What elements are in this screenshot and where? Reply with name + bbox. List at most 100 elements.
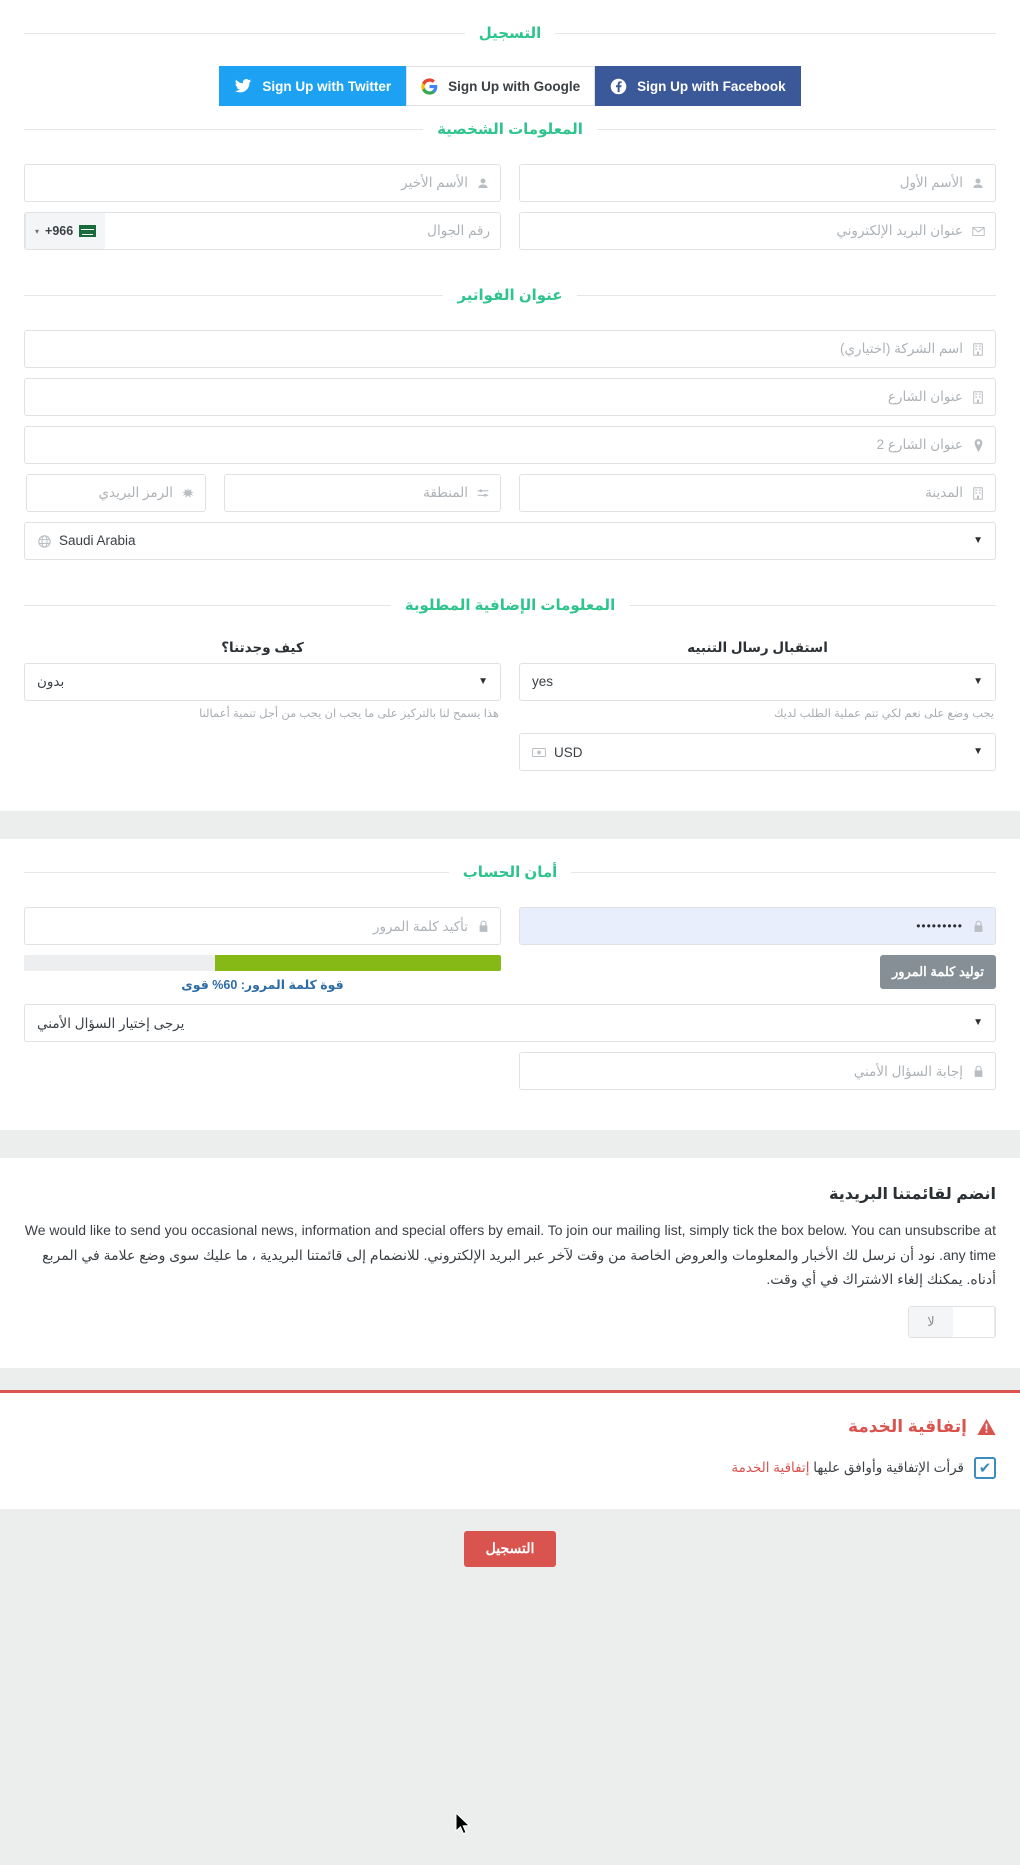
currency-select[interactable]: ▼ USD — [519, 733, 996, 772]
registration-page: التسجيل Sign Up with Facebook Sign Up wi… — [0, 0, 1020, 1835]
legend-rule-right — [24, 128, 424, 130]
city-col: المدينة — [519, 474, 996, 512]
lock-icon — [476, 920, 490, 933]
signup-google-button[interactable]: Sign Up with Google — [406, 66, 596, 106]
account-security-panel: أمان الحساب ••••••••• تأكيد كلمة المرور — [0, 839, 1020, 1131]
section-gap-2 — [0, 1130, 1020, 1159]
company-name-placeholder: اسم الشركة (اختياري) — [839, 341, 963, 357]
postcode-field[interactable]: الرمز البريدي — [26, 474, 206, 512]
password-col: ••••••••• — [519, 907, 996, 946]
legend-rule-left — [596, 128, 996, 130]
mailing-list-title: انضم لقائمتنا البريدية — [829, 1186, 996, 1204]
password-field[interactable]: ••••••••• — [519, 907, 996, 946]
last-name-placeholder: الأسم الأخير — [401, 175, 468, 191]
additional-row: استقبال رسال التنبيه ▼ yes يجب وضع على ن… — [24, 640, 996, 723]
password-value: ••••••••• — [916, 919, 963, 934]
tos-panel: إتفاقية الخدمة ✔ قرأت الإتفاقية وأوافق ع… — [0, 1389, 1020, 1509]
social-signup-row: Sign Up with Facebook Sign Up with Googl… — [24, 50, 996, 112]
tos-agree-checkbox[interactable]: ✔ — [974, 1456, 996, 1479]
address1-row: عنوان الشارع — [24, 378, 996, 416]
phone-country-code: +966 — [45, 224, 74, 238]
city-field[interactable]: المدينة — [519, 474, 996, 512]
currency-col: ▼ USD — [519, 733, 996, 772]
street-address-field[interactable]: عنوان الشارع — [24, 378, 996, 416]
user-icon — [476, 177, 490, 190]
billing-legend-text: عنوان الفواتير — [457, 287, 563, 304]
howfound-help-text: هذا يسمح لنا بالتركيز على ما يجب ان يجب … — [199, 708, 499, 720]
tos-agree-text-before: قرأت الإتفاقية وأوافق عليها — [813, 1459, 964, 1475]
register-legend-text: التسجيل — [478, 25, 542, 42]
phone-input[interactable]: رقم الجوال — [105, 213, 500, 249]
street-address-placeholder: عنوان الشارع — [887, 389, 963, 405]
security-question-col: ▼ يرجى إختيار السؤال الأمني — [24, 1004, 996, 1043]
last-name-field[interactable]: الأسم الأخير — [24, 164, 501, 202]
email-field[interactable]: عنوان البريد الإلكتروني — [519, 212, 996, 250]
notify-label: استقبال رسال التنبيه — [687, 640, 828, 655]
security-answer-field[interactable]: إجابة السؤال الأمني — [519, 1052, 996, 1091]
phone-group[interactable]: رقم الجوال ▾ +966 — [24, 212, 501, 250]
street-address2-placeholder: عنوان الشارع 2 — [876, 437, 963, 453]
country-row: ▼ Saudi Arabia — [24, 522, 996, 560]
mailing-list-body: We would like to send you occasional new… — [24, 1222, 996, 1288]
company-name-field[interactable]: اسم الشركة (اختياري) — [24, 330, 996, 368]
mailing-toggle-option-no[interactable]: لا — [909, 1306, 953, 1337]
last-name-col: الأسم الأخير — [24, 164, 501, 202]
additional-legend: المعلومات الإضافية المطلوبة — [24, 588, 996, 622]
howfound-select[interactable]: ▼ بدون — [24, 663, 501, 701]
region-col: المنطقة — [223, 474, 501, 512]
legend-rule-left — [576, 294, 996, 296]
signup-twitter-button[interactable]: Sign Up with Twitter — [219, 66, 407, 106]
check-icon: ✔ — [978, 1459, 992, 1477]
address2-col: عنوان الشارع 2 — [24, 426, 996, 464]
security-legend-text: أمان الحساب — [462, 864, 558, 882]
mailing-toggle-option-blank[interactable] — [953, 1306, 995, 1337]
additional-legend-text: المعلومات الإضافية المطلوبة — [404, 597, 616, 614]
currency-row: ▼ USD — [24, 733, 996, 772]
street-address2-field[interactable]: عنوان الشارع 2 — [24, 426, 996, 464]
mailing-list-panel: انضم لقائمتنا البريدية We would like to … — [0, 1158, 1020, 1368]
security-answer-col: إجابة السؤال الأمني — [519, 1052, 996, 1091]
chevron-down-icon: ▼ — [973, 676, 983, 687]
strength-row: توليد كلمة المرور قوة كلمة المرور: 60% ق… — [24, 955, 996, 992]
generate-password-button[interactable]: توليد كلمة المرور — [879, 955, 996, 990]
tos-agreement-link[interactable]: إتفاقية الخدمة — [731, 1460, 809, 1475]
country-select[interactable]: ▼ Saudi Arabia — [24, 522, 996, 560]
region-field[interactable]: المنطقة — [223, 474, 501, 512]
user-icon — [971, 177, 985, 190]
signup-facebook-button[interactable]: Sign Up with Facebook — [595, 66, 801, 106]
chevron-down-icon: ▾ — [35, 226, 40, 236]
legend-rule-right — [23, 32, 465, 34]
confirm-password-col: تأكيد كلمة المرور — [24, 907, 501, 946]
section-gap-1 — [0, 811, 1020, 840]
legend-rule-left — [571, 871, 996, 873]
legend-rule-right — [24, 294, 444, 296]
password-strength-bar — [24, 955, 501, 972]
legend-rule-right — [24, 871, 449, 873]
first-name-col: الأسم الأول — [519, 164, 996, 202]
email-col: عنوان البريد الإلكتروني — [519, 212, 996, 250]
generate-password-col: توليد كلمة المرور — [519, 955, 996, 992]
name-row: الأسم الأول الأسم الأخير — [24, 164, 996, 202]
password-row: ••••••••• تأكيد كلمة المرور — [24, 907, 996, 946]
building-icon — [971, 390, 985, 404]
security-question-select[interactable]: ▼ يرجى إختيار السؤال الأمني — [24, 1004, 996, 1043]
saudi-flag-icon — [79, 225, 97, 237]
first-name-field[interactable]: الأسم الأول — [519, 164, 996, 202]
country-col: ▼ Saudi Arabia — [24, 522, 996, 560]
phone-country-selector[interactable]: ▾ +966 — [25, 213, 106, 249]
security-question-row: ▼ يرجى إختيار السؤال الأمني — [24, 1004, 996, 1043]
security-question-value: يرجى إختيار السؤال الأمني — [37, 1015, 185, 1031]
confirm-password-field[interactable]: تأكيد كلمة المرور — [24, 907, 501, 946]
notify-select[interactable]: ▼ yes — [519, 663, 996, 701]
password-strength-fill — [214, 955, 501, 972]
money-icon — [532, 747, 546, 758]
register-submit-button[interactable]: التسجيل — [463, 1530, 557, 1567]
chevron-down-icon: ▼ — [973, 746, 983, 758]
city-region-zip-row: المدينة المنطقة الرمز البريدي — [24, 474, 996, 512]
email-phone-row: عنوان البريد الإلكتروني رقم الجوال ▾ +96… — [24, 212, 996, 250]
notify-help-text: يجب وضع على نعم لكي تتم عملية الطلب لديك — [774, 708, 994, 720]
mailing-list-toggle[interactable]: لا — [908, 1305, 996, 1338]
security-answer-row: إجابة السؤال الأمني — [24, 1052, 996, 1091]
tos-title-text: إتفاقية الخدمة — [847, 1416, 967, 1436]
currency-spacer — [24, 733, 501, 771]
